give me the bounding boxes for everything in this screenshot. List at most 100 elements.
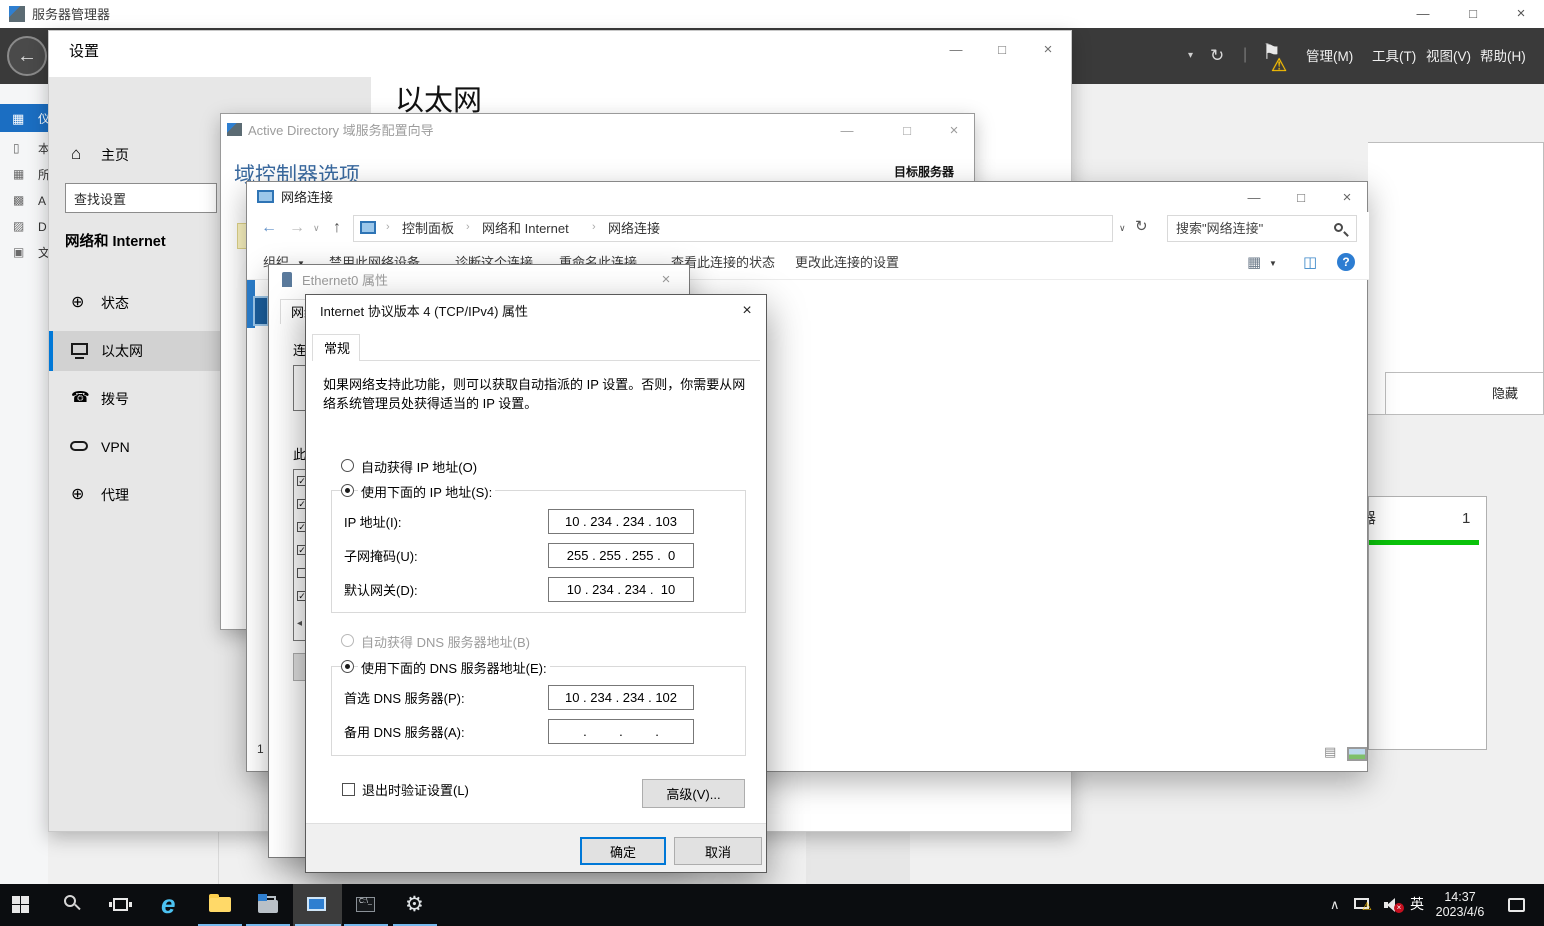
active-app-slot[interactable] (293, 884, 342, 926)
taskbar: e C:\_ ⚙ ∧ ⚠ × 英 14:37 2023/4/6 (0, 884, 1544, 926)
breadcrumb-control-panel[interactable]: 控制面板 (402, 221, 454, 237)
radio-auto-ip-label: 自动获得 IP 地址(O) (358, 457, 480, 476)
sidebar-item-local-server[interactable]: ▯ 本 (0, 136, 48, 160)
refresh-icon[interactable]: ↻ (1210, 45, 1224, 66)
close-icon[interactable]: × (655, 271, 677, 289)
breadcrumb-chevron: › (592, 221, 596, 235)
alternate-dns-label: 备用 DNS 服务器(A): (344, 725, 465, 741)
sidebar-item-label: 拨号 (101, 391, 129, 409)
radio-manual-ip[interactable] (341, 484, 354, 497)
up-icon[interactable]: ↑ (333, 218, 341, 238)
role-card[interactable]: 器 1 (1368, 496, 1487, 750)
command-prompt-icon[interactable]: C:\_ (356, 897, 375, 912)
task-view-icon[interactable] (113, 898, 128, 911)
file-explorer-icon[interactable] (209, 897, 231, 912)
sidebar-item-ad-ds[interactable]: ▩ A (0, 188, 48, 212)
maximize-icon[interactable]: □ (896, 122, 918, 140)
minimize-icon[interactable]: — (836, 122, 858, 140)
minimize-icon[interactable]: — (1243, 189, 1265, 207)
maximize-icon[interactable]: □ (991, 41, 1013, 59)
view-caret-icon[interactable]: ▼ (1269, 259, 1277, 269)
toolbar-change-settings[interactable]: 更改此连接的设置 (795, 255, 899, 271)
menu-manage[interactable]: 管理(M) (1306, 49, 1353, 66)
server-manager-sidebar: ▦ 仪 ▯ 本 ▦ 所 ▩ A ▨ D ▣ 文 (0, 84, 48, 884)
notification-flyout: 隐藏 (1368, 142, 1544, 415)
chevron-down-icon[interactable]: ▾ (1188, 50, 1193, 63)
dashboard-icon: ▦ (12, 111, 24, 127)
menu-help[interactable]: 帮助(H) (1480, 49, 1526, 66)
globe-icon: ⊕ (71, 293, 84, 313)
default-gateway-label: 默认网关(D): (344, 583, 418, 599)
tab-general[interactable]: 常规 (312, 334, 360, 361)
breadcrumb-network-internet[interactable]: 网络和 Internet (482, 221, 569, 237)
internet-explorer-icon[interactable]: e (161, 888, 175, 921)
minimize-icon[interactable]: — (1412, 5, 1434, 23)
sidebar-item-file-storage[interactable]: ▣ 文 (0, 240, 48, 264)
network-connections-taskbar-icon (307, 897, 326, 911)
back-icon[interactable]: ← (261, 218, 277, 238)
sidebar-item-label: 以太网 (101, 343, 143, 361)
status-green-bar (1369, 540, 1479, 545)
sidebar-item-dashboard[interactable]: ▦ 仪 (0, 104, 48, 132)
help-icon[interactable]: ? (1337, 253, 1355, 271)
sidebar-item-label: 主页 (101, 147, 129, 165)
breadcrumb-network-connections[interactable]: 网络连接 (608, 221, 660, 237)
subnet-mask-field[interactable] (548, 543, 694, 568)
tab-strip-line (312, 360, 760, 361)
dns-icon: ▨ (13, 219, 24, 234)
view-tiles-icon[interactable]: ▦ (1247, 254, 1261, 273)
sidebar-item-label: A (38, 194, 46, 209)
menu-view[interactable]: 视图(V) (1426, 49, 1471, 66)
radio-manual-dns[interactable] (341, 660, 354, 673)
ip-address-field[interactable] (548, 509, 694, 534)
alternate-dns-field[interactable] (548, 719, 694, 744)
back-button[interactable]: ← (7, 36, 47, 76)
validate-settings-checkbox[interactable] (342, 783, 355, 796)
address-field[interactable]: › 控制面板 › 网络和 Internet › 网络连接 (353, 215, 1113, 242)
cancel-button[interactable]: 取消 (674, 837, 762, 865)
settings-search-input[interactable] (65, 183, 217, 213)
hide-button[interactable]: 隐藏 (1492, 386, 1518, 402)
connection-icon-fragment (253, 296, 269, 326)
scroll-left-icon[interactable]: ◂ (297, 618, 302, 631)
action-center-icon[interactable] (1508, 898, 1525, 912)
maximize-icon[interactable]: □ (1462, 5, 1484, 23)
forward-icon[interactable]: → (289, 218, 305, 238)
maximize-icon[interactable]: □ (1290, 189, 1312, 207)
default-gateway-field[interactable] (548, 577, 694, 602)
settings-taskbar-icon[interactable]: ⚙ (405, 892, 424, 918)
preferred-dns-field[interactable] (548, 685, 694, 710)
tray-volume-muted-icon[interactable]: × (1384, 898, 1406, 912)
close-icon[interactable]: × (736, 302, 758, 320)
sidebar-item-all-servers[interactable]: ▦ 所 (0, 162, 48, 186)
tray-expand-icon[interactable]: ∧ (1330, 897, 1340, 913)
search-icon[interactable] (64, 895, 82, 913)
status-list-view-icon[interactable]: ▤ (1324, 744, 1336, 760)
ime-indicator[interactable]: 英 (1410, 896, 1424, 914)
minimize-icon[interactable]: — (945, 41, 967, 59)
recent-dropdown-icon[interactable]: ∨ (313, 223, 320, 234)
ipv4-properties-dialog: Internet 协议版本 4 (TCP/IPv4) 属性 × 常规 如果网络支… (305, 294, 767, 873)
address-dropdown-icon[interactable]: ∨ (1119, 223, 1126, 234)
selection-indicator (49, 331, 53, 371)
clock[interactable]: 14:37 2023/4/6 (1424, 889, 1496, 921)
refresh-icon[interactable]: ↻ (1135, 218, 1148, 237)
status-thumbnail-view-icon[interactable] (1347, 747, 1367, 761)
panel-divider (218, 832, 219, 884)
breadcrumb-chevron: › (386, 221, 390, 235)
close-icon[interactable]: × (1336, 189, 1358, 207)
close-icon[interactable]: × (943, 122, 965, 140)
start-button-icon[interactable] (12, 896, 29, 913)
close-icon[interactable]: × (1037, 41, 1059, 59)
ok-button[interactable]: 确定 (580, 837, 666, 865)
radio-auto-ip[interactable] (341, 459, 354, 472)
ethernet-properties-title: Ethernet0 属性 (302, 273, 388, 289)
server-manager-taskbar-icon[interactable] (258, 900, 278, 913)
advanced-button[interactable]: 高级(V)... (642, 779, 745, 808)
sidebar-item-dns[interactable]: ▨ D (0, 214, 48, 238)
close-icon[interactable]: × (1510, 5, 1532, 23)
address-bar: ← → ∨ ↑ › 控制面板 › 网络和 Internet › 网络连接 ∨ ↻… (247, 212, 1369, 246)
preview-pane-icon[interactable]: ◫ (1303, 254, 1317, 273)
menu-tools[interactable]: 工具(T) (1372, 49, 1416, 66)
search-box[interactable]: 搜索"网络连接" (1167, 215, 1357, 242)
